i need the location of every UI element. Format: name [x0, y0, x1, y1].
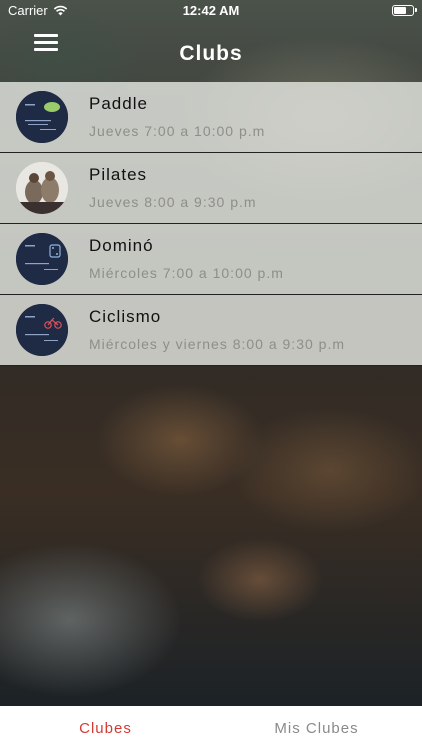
- bicycle-club-image: [16, 304, 68, 356]
- club-avatar-pilates: [16, 162, 68, 214]
- battery-icon: [392, 5, 417, 16]
- tab-bar: Clubes Mis Clubes: [0, 706, 422, 750]
- club-schedule: Jueves 7:00 a 10:00 p.m: [89, 123, 266, 139]
- club-row-domino[interactable]: Dominó Miércoles 7:00 a 10:00 p.m: [0, 224, 422, 295]
- club-schedule: Miércoles y viernes 8:00 a 9:30 p.m: [89, 336, 345, 352]
- paddle-club-image: [16, 91, 68, 143]
- club-row-pilates[interactable]: Pilates Jueves 8:00 a 9:30 p.m: [0, 153, 422, 224]
- club-avatar-domino: [16, 233, 68, 285]
- tab-mis-clubes[interactable]: Mis Clubes: [211, 706, 422, 750]
- tab-clubes[interactable]: Clubes: [0, 706, 211, 750]
- club-row-ciclismo[interactable]: Ciclismo Miércoles y viernes 8:00 a 9:30…: [0, 295, 422, 366]
- club-name: Pilates: [89, 165, 148, 184]
- club-name: Dominó: [89, 236, 154, 255]
- page-title: Clubs: [179, 42, 243, 65]
- club-row-paddle[interactable]: Paddle Jueves 7:00 a 10:00 p.m: [0, 82, 422, 153]
- navigation-bar: Clubs: [0, 22, 422, 82]
- pilates-club-image: [16, 162, 68, 214]
- status-bar: Carrier 12:42 AM: [0, 0, 422, 22]
- domino-club-image: [16, 233, 68, 285]
- club-schedule: Miércoles 7:00 a 10:00 p.m: [89, 265, 284, 281]
- club-list: Paddle Jueves 7:00 a 10:00 p.m Pilates J…: [0, 82, 422, 366]
- club-avatar-paddle: [16, 91, 68, 143]
- club-name: Paddle: [89, 94, 148, 113]
- club-avatar-ciclismo: [16, 304, 68, 356]
- clock: 12:42 AM: [182, 3, 240, 18]
- battery-level: [394, 7, 406, 14]
- club-name: Ciclismo: [89, 307, 162, 326]
- club-schedule: Jueves 8:00 a 9:30 p.m: [89, 194, 257, 210]
